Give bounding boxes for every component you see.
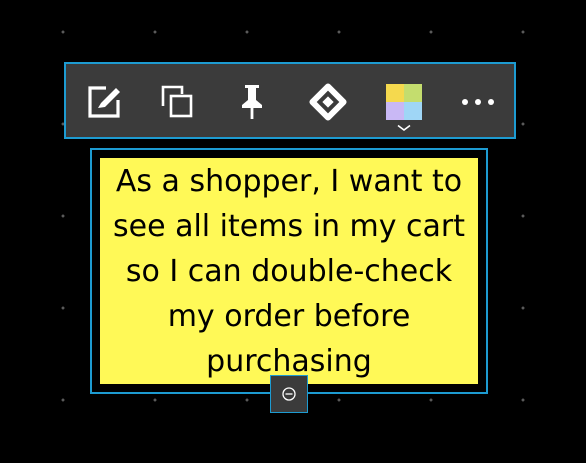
duplicate-icon — [161, 85, 193, 118]
note-toolbar — [64, 62, 516, 139]
jira-button[interactable] — [306, 80, 350, 124]
more-icon — [462, 99, 494, 105]
duplicate-button[interactable] — [155, 80, 199, 124]
pin-icon — [242, 85, 262, 119]
edit-button[interactable] — [82, 80, 126, 124]
pin-button[interactable] — [230, 80, 274, 124]
sticky-note[interactable]: As a shopper, I want to see all items in… — [100, 158, 478, 384]
more-button[interactable] — [456, 80, 500, 124]
sticky-note-text[interactable]: As a shopper, I want to see all items in… — [109, 159, 469, 384]
chevron-down-icon — [397, 124, 411, 131]
color-button[interactable] — [382, 80, 426, 124]
jira-icon — [309, 83, 347, 121]
collapse-button[interactable] — [270, 375, 308, 413]
collapse-icon — [282, 387, 296, 401]
color-palette-icon — [386, 84, 422, 120]
edit-icon — [88, 86, 120, 118]
